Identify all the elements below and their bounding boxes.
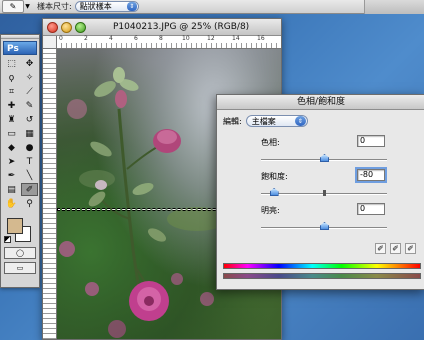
select-arrows-icon: ⇕ <box>126 2 137 11</box>
crop-tool-icon[interactable]: ⌗ <box>3 85 20 98</box>
lightness-slider-thumb[interactable] <box>320 222 329 230</box>
dodge-tool-icon[interactable]: ● <box>21 141 38 154</box>
saturation-input[interactable]: -80 <box>355 167 387 183</box>
eyedropper-icon[interactable]: ✐ <box>375 243 386 254</box>
eraser-tool-icon[interactable]: ▭ <box>3 127 20 140</box>
move-tool-icon[interactable]: ✥ <box>21 57 38 70</box>
tool-preset-picker[interactable]: ✎ <box>2 0 24 13</box>
pen-tool-icon[interactable]: ✒ <box>3 169 20 182</box>
saturation-slider[interactable] <box>261 188 387 196</box>
palette-well <box>364 0 424 14</box>
sample-size-value: 點狀樣本 <box>79 2 112 11</box>
zoom-tool-icon[interactable]: ⚲ <box>21 197 38 210</box>
notes-tool-icon[interactable]: ▤ <box>3 183 20 196</box>
input-color-bar <box>223 263 421 269</box>
path-selection-tool-icon[interactable]: ➤ <box>3 155 20 168</box>
slice-tool-icon[interactable]: ⟋ <box>21 85 38 98</box>
edit-select[interactable]: 主檔案 ⇕ <box>245 115 308 127</box>
zoom-button[interactable] <box>75 22 86 33</box>
ruler-origin[interactable] <box>43 36 57 49</box>
options-bar: ✎ ▼ 樣本尺寸: 點狀樣本 ⇕ <box>0 0 424 14</box>
tools-palette-titlebar[interactable] <box>1 35 39 39</box>
eyedropper-plus-icon[interactable]: ✐ <box>390 243 401 254</box>
ruler-mark: 2 <box>84 35 88 42</box>
sample-size-label: 樣本尺寸: <box>37 2 72 11</box>
hue-slider[interactable] <box>261 154 387 162</box>
history-brush-tool-icon[interactable]: ↺ <box>21 113 38 126</box>
hue-label: 色相: <box>261 138 280 147</box>
photoshop-logo[interactable]: Ps <box>3 41 37 55</box>
close-button[interactable] <box>47 22 58 33</box>
screen-mode-button[interactable]: ▭ <box>4 262 36 274</box>
ruler-mark: 4 <box>109 35 113 42</box>
ruler-mark: 8 <box>159 35 163 42</box>
marquee-tool-icon[interactable]: ⬚ <box>3 57 20 70</box>
document-titlebar[interactable]: P1040213.JPG @ 25% (RGB/8) <box>43 19 281 36</box>
ruler-mark: 12 <box>207 35 215 42</box>
vertical-ruler[interactable] <box>43 49 57 339</box>
horizontal-ruler[interactable]: 0 2 4 6 8 10 12 14 16 <box>57 35 281 49</box>
ruler-numbers: 0 2 4 6 8 10 12 14 16 <box>57 35 281 43</box>
hue-input[interactable]: 0 <box>357 135 385 147</box>
dialog-title[interactable]: 色相/飽和度 <box>217 95 424 110</box>
eyedropper-tool-icon[interactable]: ✐ <box>21 183 38 196</box>
blur-tool-icon[interactable]: ◆ <box>3 141 20 154</box>
saturation-slider-thumb[interactable] <box>269 188 279 196</box>
default-colors-icon[interactable] <box>4 236 11 243</box>
ruler-mark: 6 <box>134 35 138 42</box>
ruler-mark: 10 <box>182 35 190 42</box>
document-title: P1040213.JPG @ 25% (RGB/8) <box>113 22 250 32</box>
healing-brush-tool-icon[interactable]: ✚ <box>3 99 20 112</box>
saturation-label: 飽和度: <box>261 172 288 181</box>
tools-palette: Ps ⬚ ✥ ϙ ✧ ⌗ ⟋ ✚ ✎ ♜ ↺ ▭ ▦ ◆ ● ➤ T ✒ ╲ ▤… <box>0 34 40 288</box>
hue-saturation-dialog: 色相/飽和度 編輯: 主檔案 ⇕ 色相: 0 飽和度: -80 明亮: 0 ✐ … <box>216 94 424 290</box>
lasso-tool-icon[interactable]: ϙ <box>3 71 20 84</box>
minimize-button[interactable] <box>61 22 72 33</box>
hue-slider-thumb[interactable] <box>320 154 329 162</box>
stamp-tool-icon[interactable]: ♜ <box>3 113 20 126</box>
eyedropper-minus-icon[interactable]: ✐ <box>405 243 416 254</box>
ruler-mark: 16 <box>257 35 265 42</box>
gradient-tool-icon[interactable]: ▦ <box>21 127 38 140</box>
output-color-bar <box>223 273 421 279</box>
edit-select-value: 主檔案 <box>251 116 276 126</box>
sample-size-select[interactable]: 點狀樣本 ⇕ <box>74 1 139 12</box>
eyedropper-group: ✐ ✐ ✐ <box>375 243 416 254</box>
lightness-label: 明亮: <box>261 206 280 215</box>
color-swatches <box>3 214 39 244</box>
edit-row: 編輯: 主檔案 ⇕ <box>223 115 308 127</box>
type-tool-icon[interactable]: T <box>21 155 38 168</box>
lightness-input[interactable]: 0 <box>357 203 385 215</box>
magic-wand-tool-icon[interactable]: ✧ <box>21 71 38 84</box>
foreground-color-swatch[interactable] <box>7 218 23 234</box>
lightness-slider[interactable] <box>261 222 387 230</box>
brush-tool-icon[interactable]: ✎ <box>21 99 38 112</box>
ruler-mark: 14 <box>232 35 240 42</box>
edit-label: 編輯: <box>223 116 242 126</box>
eyedropper-icon: ✎ <box>9 2 17 11</box>
quick-mask-mode-button[interactable]: ◯ <box>4 247 36 259</box>
ruler-mark: 0 <box>59 35 63 42</box>
select-arrows-icon: ⇕ <box>294 116 306 126</box>
saturation-center-mark <box>323 190 326 196</box>
hand-tool-icon[interactable]: ✋ <box>3 197 20 210</box>
chevron-down-icon[interactable]: ▼ <box>24 0 31 13</box>
line-tool-icon[interactable]: ╲ <box>21 169 38 182</box>
